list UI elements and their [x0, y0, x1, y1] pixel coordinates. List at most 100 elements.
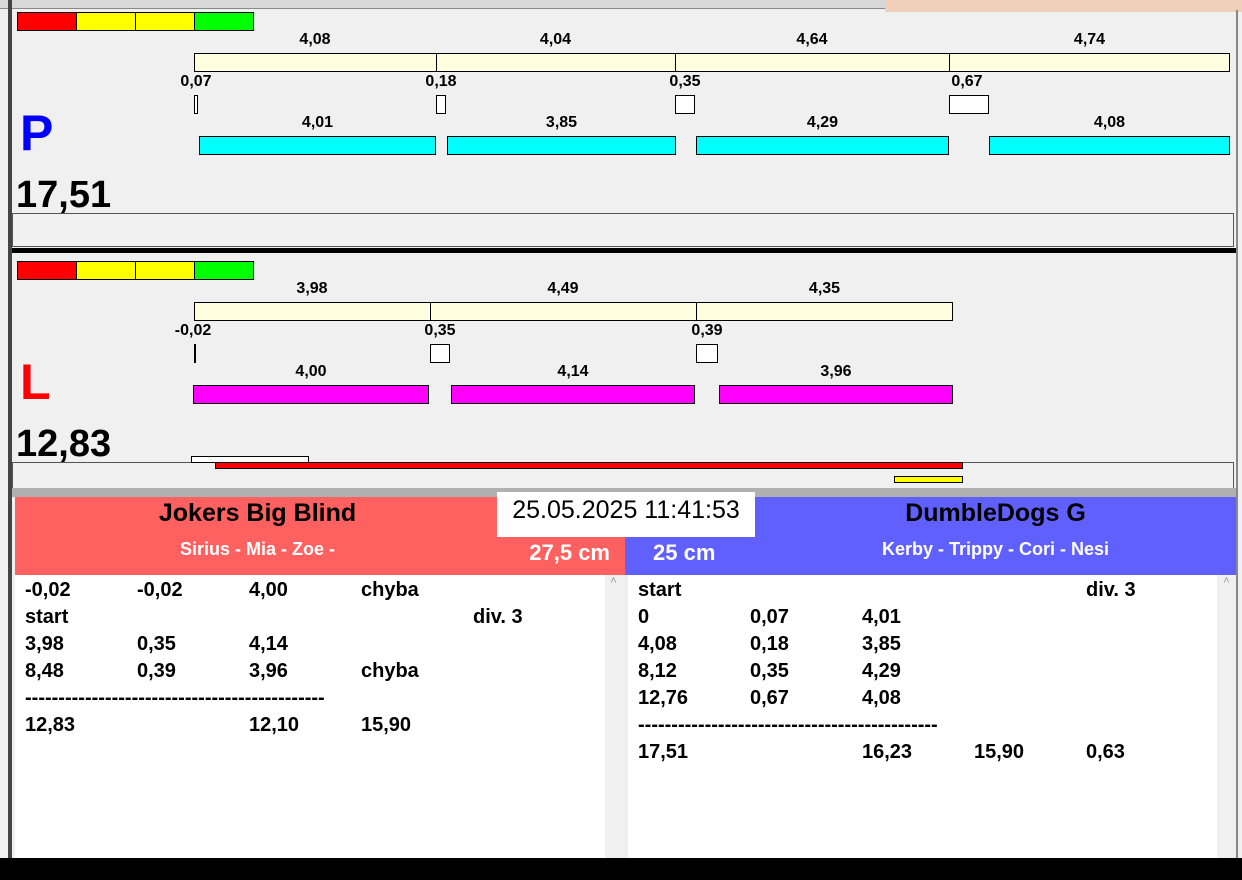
left-results-list[interactable]: -0,02 -0,02 4,00 chyba start div. 3 3,98 0,35 4,… [15, 575, 605, 858]
table-row: start div. 3 [25, 606, 595, 633]
table-cell: chyba [361, 579, 419, 601]
run-bar [194, 53, 1230, 72]
table-cell: 0,67 [750, 687, 789, 709]
dog-time-bar [696, 136, 949, 155]
timeline-red-bar [215, 462, 963, 469]
table-cell: 12,10 [249, 714, 300, 736]
run-divider [436, 53, 437, 72]
right-team-name: DumbleDogs G [905, 499, 1086, 527]
lane-l-panel: 3,98 4,49 4,35 -0,02 0,35 0,39 4,00 4,14 3,96 L 12… [12, 253, 1236, 496]
run-divider [696, 302, 697, 321]
table-cell: -0,02 [25, 579, 71, 601]
table-cell: start [25, 606, 69, 628]
table-cell: 4,08 [862, 687, 901, 709]
right-scrollbar[interactable]: ˄ [1217, 575, 1236, 858]
reaction-box [194, 95, 198, 114]
lane-total: 17,51 [16, 174, 112, 216]
reaction-box [430, 344, 450, 363]
run-time-label: 4,74 [1073, 31, 1106, 48]
table-cell: 4,01 [862, 606, 901, 628]
left-scrollbar[interactable]: ˄ [605, 575, 622, 858]
table-cell: 15,90 [361, 714, 412, 736]
dog-time-bar [451, 385, 695, 404]
reaction-label: 0,67 [951, 73, 983, 90]
signal-light [17, 261, 77, 280]
table-cell: div. 3 [473, 606, 523, 628]
lane-letter: P [20, 105, 54, 161]
table-cell: 0,18 [750, 633, 789, 655]
dog-time-label: 4,14 [557, 363, 589, 380]
signal-light [194, 261, 254, 280]
table-row: 12,83 12,10 15,90 [25, 714, 595, 741]
table-cell: 0,35 [137, 633, 176, 655]
table-cell: 0,39 [137, 660, 176, 682]
table-cell: 0,63 [1086, 741, 1125, 763]
left-team-dogs: Sirius - Mia - Zoe - [179, 539, 335, 559]
dog-time-bar [199, 136, 436, 155]
signal-light [17, 12, 77, 31]
run-time-label: 4,04 [539, 31, 572, 48]
run-divider [949, 53, 950, 72]
dog-time-bar [719, 385, 953, 404]
dog-time-label: 3,85 [545, 114, 578, 131]
timeline-yellow-bar [894, 476, 963, 483]
table-cell: start [638, 579, 682, 601]
dog-time-label: 4,29 [806, 114, 839, 131]
reaction-label: 0,07 [180, 73, 212, 90]
table-row: 0 0,07 4,01 [638, 606, 1208, 633]
table-cell: 3,96 [249, 660, 288, 682]
run-time-label: 4,49 [547, 280, 579, 297]
reaction-box [436, 95, 446, 114]
table-cell: chyba [361, 660, 419, 682]
reaction-box [696, 344, 718, 363]
table-cell: 0 [638, 606, 650, 628]
table-row: 4,08 0,18 3,85 [638, 633, 1208, 660]
table-cell: 15,90 [974, 741, 1025, 763]
right-team-dogs: Kerby - Trippy - Cori - Nesi [881, 539, 1110, 559]
left-team-name: Jokers Big Blind [158, 499, 357, 527]
table-cell: 12,83 [25, 714, 76, 736]
signal-light [135, 12, 195, 31]
dog-time-bar [193, 385, 429, 404]
table-cell: 0,35 [750, 660, 789, 682]
tab-strip [0, 0, 885, 9]
dog-time-label: 3,96 [820, 363, 852, 380]
right-results-list[interactable]: start div. 3 0 0,07 4,01 4,08 0,18 3,85 8,12 0,35… [628, 575, 1217, 858]
reaction-label: 0,35 [669, 73, 701, 90]
lane-total: 12,83 [16, 423, 112, 465]
run-divider [430, 302, 431, 321]
run-time-label: 3,98 [296, 280, 328, 297]
run-time-label: 4,64 [796, 31, 828, 48]
dog-time-label: 4,08 [1093, 114, 1126, 131]
reaction-label: -0,02 [174, 322, 212, 339]
window-right-border [1236, 10, 1238, 860]
reaction-box [949, 95, 989, 114]
signal-light [135, 261, 195, 280]
run-time-label: 4,08 [299, 31, 331, 48]
lane-p-panel: 4,08 4,04 4,64 4,74 0,07 0,18 0,35 0,67 4,01 3,85… [12, 10, 1236, 248]
table-row: -0,02 -0,02 4,00 chyba [25, 579, 595, 606]
table-cell: 0,07 [750, 606, 789, 628]
datetime: 25.05.2025 11:41:53 [497, 492, 755, 537]
reaction-label: 0,39 [691, 322, 723, 339]
table-cell: -0,02 [137, 579, 183, 601]
table-cell: 12,76 [638, 687, 689, 709]
table-row: ----------------------------------------… [25, 687, 595, 714]
left-team-height: 27,5 cm [529, 540, 610, 565]
table-cell: 4,14 [249, 633, 288, 655]
table-cell: div. 3 [1086, 579, 1136, 601]
table-cell: 16,23 [862, 741, 913, 763]
table-row: 8,12 0,35 4,29 [638, 660, 1208, 687]
table-cell: 4,00 [249, 579, 288, 601]
table-cell: 8,48 [25, 660, 64, 682]
run-time-label: 4,35 [808, 280, 841, 297]
table-cell: 3,98 [25, 633, 64, 655]
reaction-label: 0,18 [425, 73, 457, 90]
dog-time-label: 4,00 [295, 363, 327, 380]
table-cell: 4,29 [862, 660, 901, 682]
table-row: start div. 3 [638, 579, 1208, 606]
table-row: 8,48 0,39 3,96 chyba [25, 660, 595, 687]
signal-light [76, 12, 136, 31]
table-cell: 4,08 [638, 633, 677, 655]
table-row: 17,51 16,23 15,90 0,63 [638, 741, 1208, 768]
